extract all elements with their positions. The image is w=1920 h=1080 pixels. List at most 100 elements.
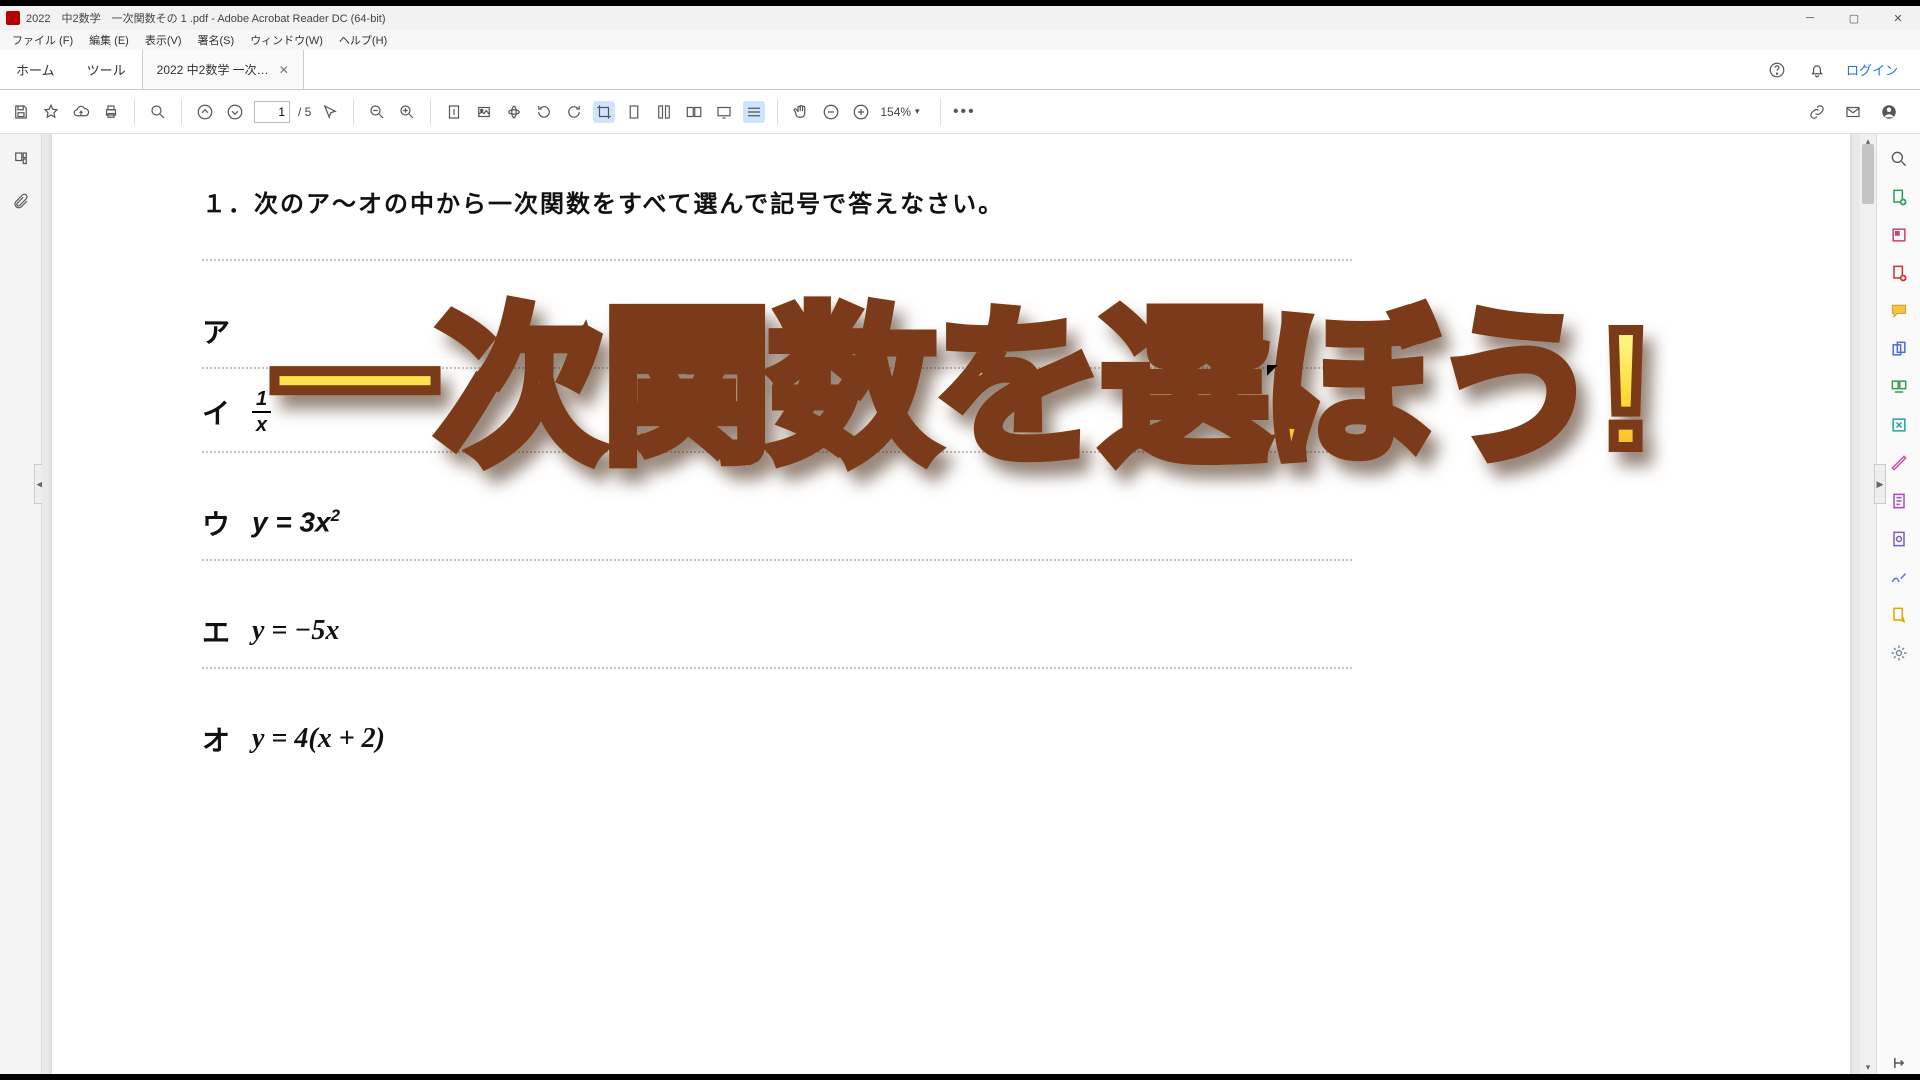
- fit-page-button[interactable]: [443, 101, 465, 123]
- more-tools-button[interactable]: •••: [953, 101, 975, 123]
- protect-pdf-icon[interactable]: [1888, 490, 1910, 512]
- page-number-input[interactable]: [254, 101, 290, 123]
- scroll-thumb[interactable]: [1862, 144, 1874, 204]
- hand-tool-button[interactable]: [790, 101, 812, 123]
- fill-sign-icon[interactable]: [1888, 528, 1910, 550]
- menu-edit[interactable]: 編集 (E): [83, 30, 135, 50]
- organize-pages-icon[interactable]: [1888, 376, 1910, 398]
- choice-c-label: ウ: [202, 503, 252, 543]
- chevron-down-icon: ▾: [915, 106, 920, 117]
- zoom-in-button[interactable]: [396, 101, 418, 123]
- dotted-rule: [202, 367, 1352, 369]
- upload-cloud-button[interactable]: [70, 101, 92, 123]
- login-link[interactable]: ログイン: [1846, 60, 1898, 79]
- toolbar: / 5 154% ▾ •••: [0, 90, 1920, 134]
- tab-document[interactable]: 2022 中2数学 一次… ✕: [142, 50, 304, 89]
- two-page-button[interactable]: [683, 101, 705, 123]
- question-text: １．次のア～オの中から一次関数をすべて選んで記号で答えなさい。: [202, 184, 1700, 219]
- tab-close-icon[interactable]: ✕: [279, 63, 289, 77]
- vertical-scrollbar[interactable]: ▴ ▾: [1860, 134, 1876, 1074]
- bottom-black-bar: [0, 1074, 1920, 1080]
- menu-view[interactable]: 表示(V): [139, 30, 188, 50]
- page-down-button[interactable]: [224, 101, 246, 123]
- print-button[interactable]: [100, 101, 122, 123]
- edit-pdf-icon[interactable]: [1888, 224, 1910, 246]
- view-mode-button[interactable]: [743, 101, 765, 123]
- choice-d-label: エ: [202, 611, 252, 651]
- dotted-rule: [202, 667, 1352, 669]
- choice-e-equation: y = 4(x + 2): [252, 723, 385, 755]
- thumbnails-panel-button[interactable]: [10, 148, 32, 170]
- email-button[interactable]: [1842, 101, 1864, 123]
- create-pdf-icon[interactable]: [1888, 262, 1910, 284]
- content-area: ◀ １．次のア～オの中から一次関数をすべて選んで記号で答えなさい。 ア イ 1x…: [0, 134, 1920, 1074]
- choice-b-equation: 1x: [252, 389, 271, 435]
- tab-tools[interactable]: ツール: [71, 50, 142, 89]
- redact-icon[interactable]: [1888, 452, 1910, 474]
- tab-document-label: 2022 中2数学 一次…: [157, 61, 269, 78]
- account-button[interactable]: [1878, 101, 1900, 123]
- choice-e-label: オ: [202, 719, 252, 759]
- page-display-button[interactable]: [503, 101, 525, 123]
- dotted-rule: [202, 259, 1352, 261]
- menu-window[interactable]: ウィンドウ(W): [244, 30, 329, 50]
- document-viewport[interactable]: １．次のア～オの中から一次関数をすべて選んで記号で答えなさい。 ア イ 1x ウ…: [42, 134, 1876, 1074]
- sign-icon[interactable]: [1888, 566, 1910, 588]
- attachments-panel-button[interactable]: [10, 190, 32, 212]
- choice-b-label: イ: [202, 392, 252, 432]
- menubar: ファイル (F) 編集 (E) 表示(V) 署名(S) ウィンドウ(W) ヘルプ…: [0, 30, 1920, 50]
- menu-file[interactable]: ファイル (F): [6, 30, 79, 50]
- left-navigation-rail: ◀: [0, 134, 42, 1074]
- tab-home[interactable]: ホーム: [0, 50, 71, 89]
- choice-e: オ y = 4(x + 2): [202, 719, 1700, 759]
- star-button[interactable]: [40, 101, 62, 123]
- zoom-out-button[interactable]: [366, 101, 388, 123]
- read-mode-button[interactable]: [713, 101, 735, 123]
- selection-tool-button[interactable]: [319, 101, 341, 123]
- export-pdf-icon[interactable]: [1888, 186, 1910, 208]
- choice-b: イ 1x: [202, 389, 1700, 435]
- zoom-in-round-button[interactable]: [850, 101, 872, 123]
- choice-c-equation: y = 3x2: [252, 506, 340, 539]
- rotate-cw-button[interactable]: [533, 101, 555, 123]
- search-tool-icon[interactable]: [1888, 148, 1910, 170]
- scrolling-button[interactable]: [653, 101, 675, 123]
- zoom-level-value: 154%: [880, 105, 911, 119]
- expand-tools-icon[interactable]: [1888, 1052, 1910, 1074]
- minimize-button[interactable]: ─: [1788, 6, 1832, 30]
- zoom-level-dropdown[interactable]: 154% ▾: [880, 105, 928, 119]
- save-button[interactable]: [10, 101, 32, 123]
- find-button[interactable]: [147, 101, 169, 123]
- send-for-comments-icon[interactable]: [1888, 604, 1910, 626]
- scroll-down-arrow[interactable]: ▾: [1860, 1060, 1876, 1074]
- menu-sign[interactable]: 署名(S): [192, 30, 241, 50]
- right-rail-collapse-button[interactable]: ▶: [1874, 464, 1886, 504]
- page-up-button[interactable]: [194, 101, 216, 123]
- comment-icon[interactable]: [1888, 300, 1910, 322]
- compress-pdf-icon[interactable]: [1888, 414, 1910, 436]
- acrobat-app-icon: [6, 11, 20, 25]
- mouse-cursor-icon: ◤: [1267, 361, 1278, 378]
- window-titlebar: 2022 中2数学 一次関数その 1 .pdf - Adobe Acrobat …: [0, 0, 1920, 30]
- zoom-out-round-button[interactable]: [820, 101, 842, 123]
- tab-row: ホーム ツール 2022 中2数学 一次… ✕ ログイン: [0, 50, 1920, 90]
- dotted-rule: [202, 451, 1352, 453]
- right-tools-rail: ▶: [1876, 134, 1920, 1074]
- more-tools-icon[interactable]: [1888, 642, 1910, 664]
- close-button[interactable]: ✕: [1876, 6, 1920, 30]
- fit-width-button[interactable]: [473, 101, 495, 123]
- share-link-button[interactable]: [1806, 101, 1828, 123]
- page-total-label: / 5: [298, 105, 311, 119]
- menu-help[interactable]: ヘルプ(H): [333, 30, 393, 50]
- help-button[interactable]: [1766, 59, 1788, 81]
- choice-a-label: ア: [202, 311, 252, 351]
- choice-d: エ y = −5x: [202, 611, 1700, 651]
- single-page-button[interactable]: [623, 101, 645, 123]
- pdf-page: １．次のア～オの中から一次関数をすべて選んで記号で答えなさい。 ア イ 1x ウ…: [52, 134, 1850, 1074]
- crop-button[interactable]: [593, 101, 615, 123]
- notifications-button[interactable]: [1806, 59, 1828, 81]
- window-title: 2022 中2数学 一次関数その 1 .pdf - Adobe Acrobat …: [26, 10, 385, 26]
- rotate-ccw-button[interactable]: [563, 101, 585, 123]
- maximize-button[interactable]: ▢: [1832, 6, 1876, 30]
- combine-files-icon[interactable]: [1888, 338, 1910, 360]
